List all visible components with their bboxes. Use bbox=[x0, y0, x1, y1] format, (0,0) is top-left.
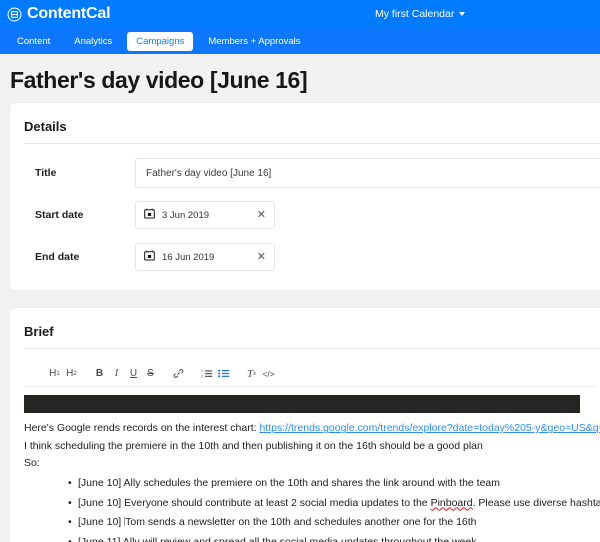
end-date-input[interactable]: 16 Jun 2019 ✕ bbox=[135, 243, 275, 271]
title-label: Title bbox=[10, 167, 135, 179]
italic-glyph: I bbox=[115, 368, 118, 379]
ordered-list-icon[interactable]: 1 2 bbox=[198, 364, 215, 384]
h2-glyph: H bbox=[66, 368, 73, 379]
italic-icon[interactable]: I bbox=[108, 364, 125, 384]
brief-bullet-list: [June 10] Ally schedules the premiere on… bbox=[24, 474, 600, 542]
strikethrough-glyph: S bbox=[147, 368, 154, 379]
clear-format-sub: x bbox=[253, 370, 256, 377]
title-input-value: Father's day video [June 16] bbox=[146, 168, 271, 179]
contentcal-logo-icon bbox=[7, 7, 22, 22]
list-item: [June 11] Ally will review and spread al… bbox=[68, 533, 600, 542]
list-item: [June 10] Everyone should contribute at … bbox=[68, 494, 600, 513]
list-item: [June 10] Tom sends a newsletter on the … bbox=[68, 513, 600, 532]
main-tab-nav: Content Analytics Campaigns Members + Ap… bbox=[0, 28, 600, 54]
brief-paragraph-3: So: bbox=[24, 455, 600, 472]
h2-sub: 2 bbox=[73, 370, 77, 377]
bullet-suffix: . Please use diverse hashtags and try bbox=[473, 497, 600, 509]
trends-link[interactable]: https://trends.google.com/trends/explore… bbox=[259, 422, 600, 434]
tab-members-approvals[interactable]: Members + Approvals bbox=[199, 32, 309, 51]
end-date-label: End date bbox=[10, 251, 135, 263]
brief-card: Brief H1 H2 B I U S bbox=[10, 308, 600, 542]
brief-paragraph-1-text: Here's Google rends records on the inter… bbox=[24, 422, 259, 434]
chevron-down-icon bbox=[459, 12, 465, 16]
calendar-icon bbox=[144, 248, 155, 266]
editor-toolbar: H1 H2 B I U S 1 2 bbox=[24, 361, 596, 387]
heading-1-icon[interactable]: H1 bbox=[46, 364, 63, 384]
details-card: Details Title Father's day video [June 1… bbox=[10, 103, 600, 290]
title-input[interactable]: Father's day video [June 16] bbox=[135, 158, 600, 188]
start-date-clear-icon[interactable]: ✕ bbox=[255, 210, 266, 221]
start-date-row: Start date 3 Jun 2019 ✕ bbox=[10, 200, 600, 230]
list-item: [June 10] Ally schedules the premiere on… bbox=[68, 474, 600, 493]
details-form: Title Father's day video [June 16] Start… bbox=[10, 144, 600, 290]
link-icon[interactable] bbox=[170, 364, 187, 384]
bullet-prefix: [June 10] Everyone should contribute at … bbox=[78, 497, 431, 509]
svg-text:2: 2 bbox=[201, 375, 203, 379]
code-icon[interactable]: </> bbox=[260, 364, 277, 384]
end-date-row: End date 16 Jun 2019 ✕ bbox=[10, 242, 600, 272]
tab-content[interactable]: Content bbox=[8, 32, 59, 51]
brief-paragraph-1: Here's Google rends records on the inter… bbox=[24, 420, 600, 437]
calendar-selector[interactable]: My first Calendar bbox=[375, 0, 465, 28]
brief-paragraph-2: I think scheduling the premiere in the 1… bbox=[24, 438, 600, 455]
tab-campaigns[interactable]: Campaigns bbox=[127, 32, 193, 51]
page-title: Father's day video [June 16] bbox=[0, 54, 600, 103]
start-date-input[interactable]: 3 Jun 2019 ✕ bbox=[135, 201, 275, 229]
title-row: Title Father's day video [June 16] bbox=[10, 158, 600, 188]
code-glyph: </> bbox=[262, 369, 274, 379]
unordered-list-icon[interactable] bbox=[215, 364, 232, 384]
bold-icon[interactable]: B bbox=[91, 364, 108, 384]
clear-formatting-icon[interactable]: Tx bbox=[243, 364, 260, 384]
redacted-content-block bbox=[24, 395, 580, 413]
start-date-label: Start date bbox=[10, 209, 135, 221]
heading-2-icon[interactable]: H2 bbox=[63, 364, 80, 384]
tab-analytics[interactable]: Analytics bbox=[65, 32, 121, 51]
rich-text-editor: H1 H2 B I U S 1 2 bbox=[10, 349, 600, 542]
misspelled-word: Pinboard bbox=[431, 497, 473, 509]
brand-name: ContentCal bbox=[27, 6, 110, 22]
end-date-value: 16 Jun 2019 bbox=[162, 252, 248, 263]
bullet-text-part-a: [June 10] bbox=[78, 516, 124, 528]
editor-content[interactable]: Here's Google rends records on the inter… bbox=[10, 387, 600, 542]
start-date-value: 3 Jun 2019 bbox=[162, 210, 248, 221]
calendar-icon bbox=[144, 206, 155, 224]
bullet-text-part-b: Tom sends a newsletter on the 10th and s… bbox=[125, 516, 476, 528]
brand[interactable]: ContentCal bbox=[0, 6, 110, 22]
bold-glyph: B bbox=[96, 368, 103, 379]
h1-glyph: H bbox=[49, 368, 56, 379]
svg-text:1: 1 bbox=[201, 369, 203, 373]
end-date-clear-icon[interactable]: ✕ bbox=[255, 252, 266, 263]
app-header: ContentCal My first Calendar bbox=[0, 0, 600, 28]
strikethrough-icon[interactable]: S bbox=[142, 364, 159, 384]
details-heading: Details bbox=[10, 103, 600, 143]
underline-icon[interactable]: U bbox=[125, 364, 142, 384]
calendar-selector-label: My first Calendar bbox=[375, 8, 454, 20]
brief-heading: Brief bbox=[10, 308, 600, 348]
h1-sub: 1 bbox=[56, 370, 60, 377]
underline-glyph: U bbox=[130, 368, 137, 379]
